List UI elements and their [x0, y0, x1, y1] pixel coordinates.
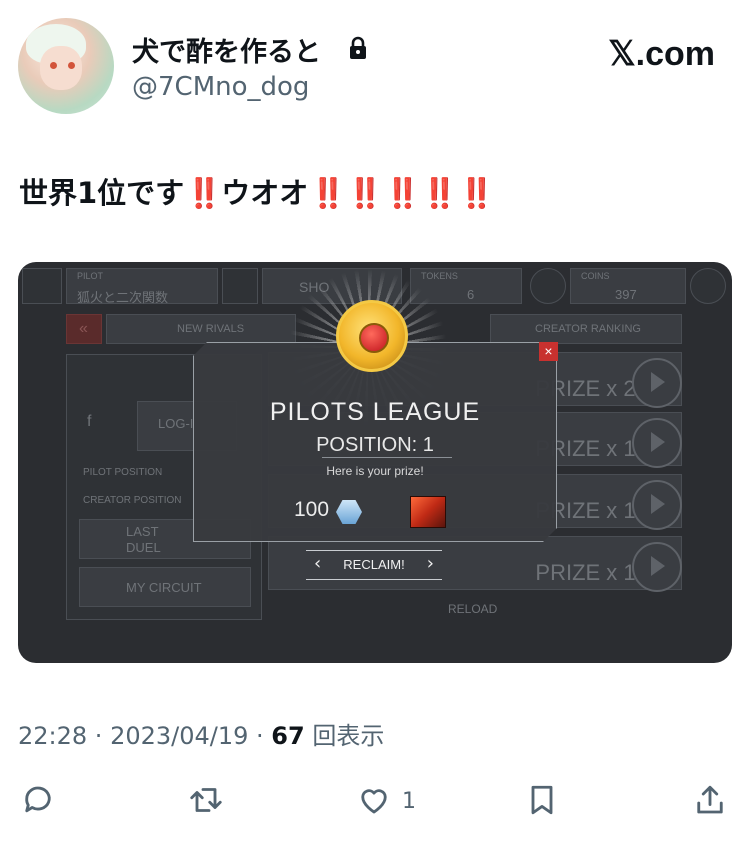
tweet-text: 世界1位です‼️ウオオ‼️ ‼️ ‼️ ‼️ ‼️ [19, 170, 495, 212]
coins-value: 397 [615, 287, 637, 302]
share-button[interactable] [692, 782, 728, 820]
reply-button[interactable] [20, 782, 56, 820]
new-rivals-tab: NEW RIVALS [106, 314, 296, 344]
chevron-right-icon: › [426, 553, 434, 574]
facebook-icon: f [87, 413, 92, 430]
double-exclamation-emoji: ‼️ [458, 176, 495, 210]
last-duel-label: LAST DUEL [126, 524, 161, 555]
tweet-meta: 22:28 · 2023/04/19 · 67 回表示 [18, 716, 384, 751]
pilot-position-label: PILOT POSITION [83, 467, 163, 478]
like-count: 1 [402, 789, 416, 814]
reclaim-label: RECLAIM! [343, 557, 405, 572]
share-icon [697, 785, 723, 814]
cart-icon [222, 268, 258, 304]
avatar-eye [50, 62, 57, 69]
bookmark-icon [531, 785, 553, 815]
login-label: LOG-I [158, 416, 194, 431]
separator: · [248, 722, 272, 750]
tokens-value: 6 [467, 287, 475, 302]
new-rivals-label: NEW RIVALS [177, 323, 245, 335]
user-handle[interactable]: @7CMno_dog [132, 72, 309, 102]
prize-amount: 100 [294, 498, 330, 521]
creator-ranking-label: CREATOR RANKING [535, 323, 641, 335]
lock-icon [350, 36, 366, 59]
coins-label: COINS [581, 271, 610, 281]
close-icon: × [539, 342, 558, 361]
tweet-time[interactable]: 22:28 [18, 722, 87, 750]
views-label: 回表示 [304, 722, 385, 750]
x-logo: 𝕏.com [608, 35, 715, 73]
divider [322, 457, 452, 458]
play-icon [632, 358, 682, 408]
bookmark-button[interactable] [524, 782, 560, 820]
avatar-face [40, 46, 82, 90]
pilot-label: PILOT [77, 271, 104, 281]
avatar[interactable] [18, 18, 114, 114]
retweet-button[interactable] [188, 782, 224, 820]
gear-icon [690, 268, 726, 304]
coin-icon [530, 268, 566, 304]
avatar-eye [68, 62, 75, 69]
tweet-text-part: ウオオ [221, 176, 309, 210]
display-name[interactable]: 犬で酢を作ると [132, 30, 321, 69]
my-circuit-label: MY CIRCUIT [126, 580, 202, 595]
popup-title: PILOTS LEAGUE [269, 398, 481, 426]
double-exclamation-emoji: ‼️ [347, 176, 383, 210]
popup-position: POSITION: 1 [316, 434, 434, 456]
double-exclamation-emoji: ‼️ [384, 176, 421, 210]
views-count: 67 [271, 722, 305, 750]
tweet-date[interactable]: 2023/04/19 [110, 722, 248, 750]
my-circuit-button: MY CIRCUIT [79, 567, 251, 607]
back-button: « [66, 314, 102, 344]
play-icon [632, 480, 682, 530]
play-icon [632, 542, 682, 592]
popup-subtitle: Here is your prize! [326, 464, 424, 478]
creator-position-label: CREATOR POSITION [83, 495, 182, 506]
user-icon [22, 268, 62, 304]
double-exclamation-emoji: ‼️ [186, 176, 222, 210]
pilot-name: 狐火と二次関数 [77, 290, 169, 305]
medal-icon [336, 300, 408, 372]
double-exclamation-emoji: ‼️ [310, 176, 346, 210]
heart-icon [361, 789, 387, 814]
reply-icon [25, 786, 51, 813]
reload-label: RELOAD [448, 602, 498, 616]
crate-icon [410, 496, 446, 528]
tweet-text-part: 世界1位です [19, 176, 185, 210]
separator: · [87, 722, 111, 750]
tokens-label: TOKENS [421, 271, 458, 281]
play-icon [632, 418, 682, 468]
retweet-icon [190, 788, 222, 812]
creator-ranking-tab: CREATOR RANKING [490, 314, 682, 344]
coins-panel: COINS 397 [570, 268, 686, 304]
reclaim-button: ‹ RECLAIM! › [306, 550, 442, 580]
tweet-media-image[interactable]: PILOT 狐火と二次関数 SHO TOKENS 6 COINS 397 « N… [18, 262, 732, 663]
pilot-panel: PILOT 狐火と二次関数 [66, 268, 218, 305]
double-exclamation-emoji: ‼️ [421, 176, 458, 210]
like-button[interactable] [356, 782, 392, 820]
